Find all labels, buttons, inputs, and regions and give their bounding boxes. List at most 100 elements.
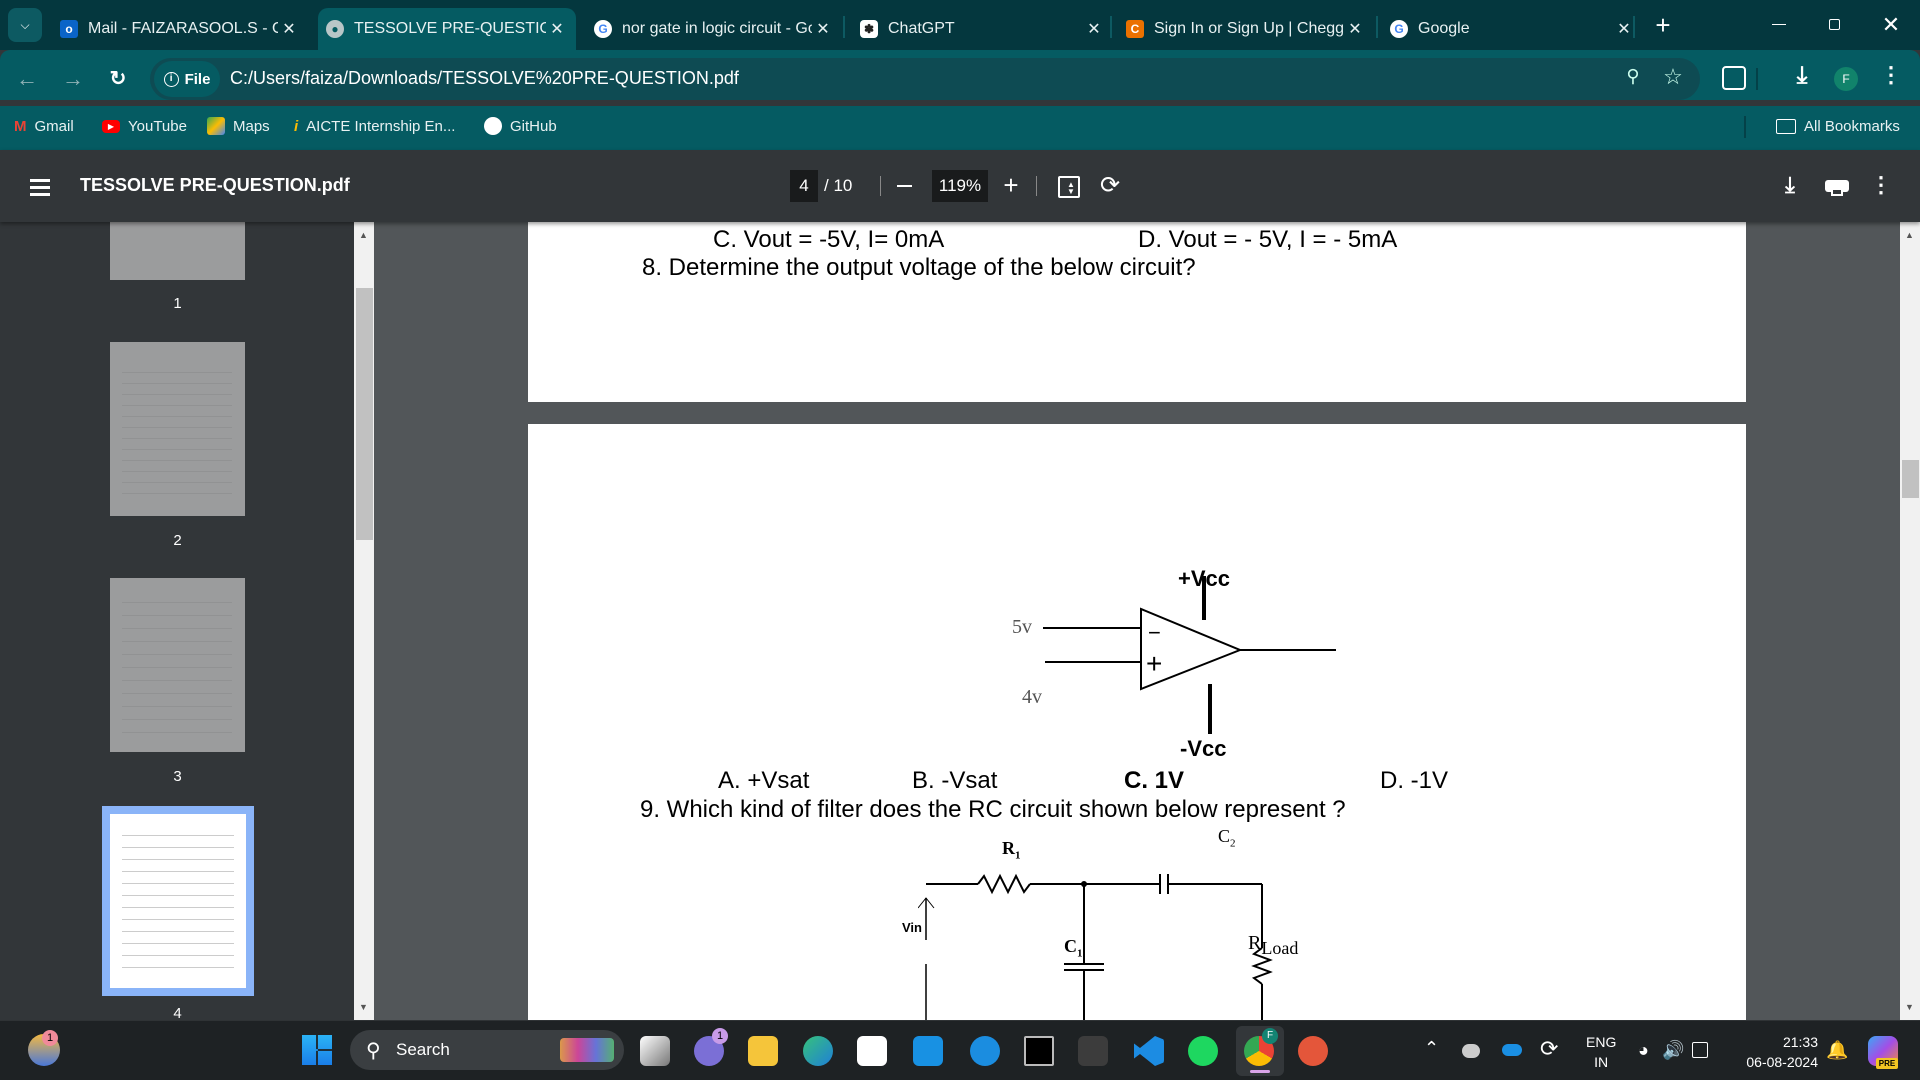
sync-icon[interactable]: ⟳ bbox=[1540, 1036, 1558, 1062]
close-icon[interactable]: ✕ bbox=[1344, 19, 1366, 39]
pdf-more-menu-button[interactable]: ⋮ bbox=[1870, 170, 1892, 200]
bookmark-maps[interactable]: Maps bbox=[207, 113, 270, 139]
thumbnail-number: 2 bbox=[173, 532, 182, 549]
profile-avatar[interactable]: F bbox=[1834, 67, 1858, 91]
close-icon[interactable]: ✕ bbox=[1613, 19, 1635, 39]
thumbnail-number: 4 bbox=[173, 1005, 182, 1020]
bookmark-gmail[interactable]: M Gmail bbox=[14, 113, 74, 139]
powerpoint-icon[interactable] bbox=[1298, 1036, 1328, 1066]
microsoft-store-icon[interactable] bbox=[857, 1036, 887, 1066]
edge-icon[interactable] bbox=[803, 1036, 833, 1066]
bookmark-aicte[interactable]: i AICTE Internship En... bbox=[294, 113, 455, 139]
start-button[interactable] bbox=[302, 1035, 332, 1065]
print-button[interactable] bbox=[1825, 176, 1849, 196]
language-indicator[interactable]: ENG IN bbox=[1586, 1032, 1616, 1072]
minimize-button[interactable] bbox=[1765, 14, 1795, 36]
onedrive-icon[interactable] bbox=[1502, 1044, 1522, 1056]
bookmark-github[interactable]: GitHub bbox=[484, 113, 557, 139]
page-total: / 10 bbox=[824, 176, 853, 195]
browser-menu-icon[interactable]: ⋮ bbox=[1880, 62, 1902, 92]
clock-time: 21:33 bbox=[1782, 1034, 1818, 1050]
clock-date: 06-08-2024 bbox=[1746, 1054, 1818, 1070]
copilot-pre-badge: PRE bbox=[1876, 1058, 1898, 1069]
sidebar-menu-button[interactable] bbox=[28, 176, 52, 198]
site-info-chip[interactable]: i File bbox=[154, 61, 220, 97]
bookmark-star-icon[interactable]: ☆ bbox=[1660, 64, 1686, 90]
close-icon[interactable]: ✕ bbox=[1083, 19, 1105, 39]
tab-google[interactable]: G Google ✕ bbox=[1390, 8, 1635, 50]
bookmark-youtube[interactable]: ▶ YouTube bbox=[102, 113, 187, 139]
close-icon[interactable]: ✕ bbox=[546, 19, 568, 39]
viewer-scrollbar-thumb[interactable] bbox=[1902, 460, 1919, 498]
forward-button[interactable]: → bbox=[58, 64, 88, 94]
wifi-icon[interactable]: ◕ bbox=[1638, 1040, 1649, 1061]
sidebar-scrollbar-thumb[interactable] bbox=[356, 288, 373, 540]
url-text[interactable]: C:/Users/faiza/Downloads/TESSOLVE%20PRE-… bbox=[230, 68, 739, 89]
thumbnail-page-3[interactable] bbox=[110, 578, 245, 752]
rotate-icon: ⟳ bbox=[1099, 172, 1121, 199]
tab-google-search[interactable]: G nor gate in logic circuit - Google Sea… bbox=[594, 8, 834, 50]
search-icon: ⚲ bbox=[366, 1040, 381, 1062]
sidebar-scrollbar[interactable]: ▲ ▼ bbox=[354, 222, 374, 1020]
battery-icon[interactable] bbox=[1692, 1042, 1708, 1058]
tab-title: TESSOLVE PRE-QUESTION.pdf bbox=[354, 20, 546, 37]
thumbnail-page-1[interactable] bbox=[110, 222, 245, 280]
task-view-icon[interactable] bbox=[640, 1036, 670, 1066]
terminal-icon[interactable] bbox=[1078, 1036, 1108, 1066]
scroll-down-arrow-icon[interactable]: ▼ bbox=[1905, 1002, 1914, 1012]
tab-chegg[interactable]: C Sign In or Sign Up | Chegg.com ✕ bbox=[1126, 8, 1366, 50]
back-button[interactable]: ← bbox=[12, 64, 42, 94]
download-icon: ⤓ bbox=[1785, 172, 1795, 197]
toolbar-divider bbox=[1036, 176, 1037, 196]
command-prompt-icon[interactable] bbox=[1024, 1036, 1054, 1066]
help-icon[interactable] bbox=[970, 1036, 1000, 1066]
scroll-down-arrow-icon[interactable]: ▼ bbox=[359, 1002, 368, 1012]
viewer-scrollbar[interactable]: ▲ ▼ bbox=[1900, 222, 1920, 1020]
youtube-icon: ▶ bbox=[102, 119, 120, 133]
window-close-button[interactable]: ✕ bbox=[1876, 10, 1906, 40]
close-icon[interactable]: ✕ bbox=[278, 19, 300, 39]
clock[interactable]: 21:33 06-08-2024 bbox=[1738, 1032, 1818, 1072]
zoom-in-button[interactable]: + bbox=[999, 170, 1023, 200]
rotate-button[interactable]: ⟳ bbox=[1096, 170, 1124, 202]
notifications-icon[interactable]: 🔔 bbox=[1826, 1040, 1848, 1061]
tab-outlook[interactable]: o Mail - FAIZARASOOL.S - Outlook ✕ bbox=[60, 8, 300, 50]
scroll-up-arrow-icon[interactable]: ▲ bbox=[359, 230, 368, 240]
bookmark-label: Maps bbox=[233, 117, 270, 135]
tab-search-button[interactable]: ⌵ bbox=[8, 8, 42, 42]
page-number-input[interactable]: 4 bbox=[790, 170, 818, 202]
onedrive-personal-icon[interactable] bbox=[1462, 1044, 1480, 1058]
tab-separator bbox=[843, 16, 845, 38]
windows-logo-icon bbox=[302, 1035, 332, 1065]
rload-letter: R bbox=[1248, 932, 1262, 954]
tab-chatgpt[interactable]: ✽ ChatGPT ✕ bbox=[860, 8, 1105, 50]
zoom-level-input[interactable]: 119% bbox=[932, 170, 988, 202]
downloads-icon[interactable]: ⤓ bbox=[1788, 62, 1816, 92]
fit-page-button[interactable]: ▲ ▼ bbox=[1058, 176, 1080, 198]
spotify-icon[interactable] bbox=[1188, 1036, 1218, 1066]
zoom-icon[interactable]: ⚲ bbox=[1620, 66, 1646, 92]
zoom-out-button[interactable] bbox=[894, 172, 916, 200]
taskbar-search-box[interactable]: ⚲ Search bbox=[350, 1030, 624, 1070]
close-icon[interactable]: ✕ bbox=[812, 19, 834, 39]
bookmarks-divider bbox=[1744, 116, 1746, 138]
file-explorer-icon[interactable] bbox=[748, 1036, 778, 1066]
tab-pdf[interactable]: ● TESSOLVE PRE-QUESTION.pdf ✕ bbox=[318, 8, 576, 50]
thumbnail-page-4-selected[interactable] bbox=[102, 806, 254, 996]
reload-button[interactable]: ↻ bbox=[103, 64, 133, 94]
new-tab-button[interactable]: + bbox=[1648, 10, 1678, 40]
myhp-icon[interactable] bbox=[913, 1036, 943, 1066]
input-4v-label: 4v bbox=[1022, 686, 1042, 708]
tab-separator bbox=[1376, 16, 1378, 38]
show-hidden-icons[interactable]: ⌃ bbox=[1424, 1038, 1439, 1059]
pdf-download-button[interactable]: ⤓ bbox=[1778, 170, 1802, 200]
volume-icon[interactable]: 🔊 bbox=[1662, 1040, 1684, 1061]
all-bookmarks-button[interactable]: All Bookmarks bbox=[1776, 113, 1900, 139]
search-highlight-icon bbox=[560, 1038, 614, 1062]
pdf-viewer: C. Vout = -5V, I= 0mA D. Vout = - 5V, I … bbox=[374, 222, 1900, 1020]
scroll-up-arrow-icon[interactable]: ▲ bbox=[1905, 230, 1914, 240]
extensions-icon[interactable] bbox=[1722, 66, 1746, 90]
restore-button[interactable] bbox=[1820, 14, 1850, 36]
thumbnail-page-2[interactable] bbox=[110, 342, 245, 516]
outlook-icon: o bbox=[60, 20, 78, 38]
